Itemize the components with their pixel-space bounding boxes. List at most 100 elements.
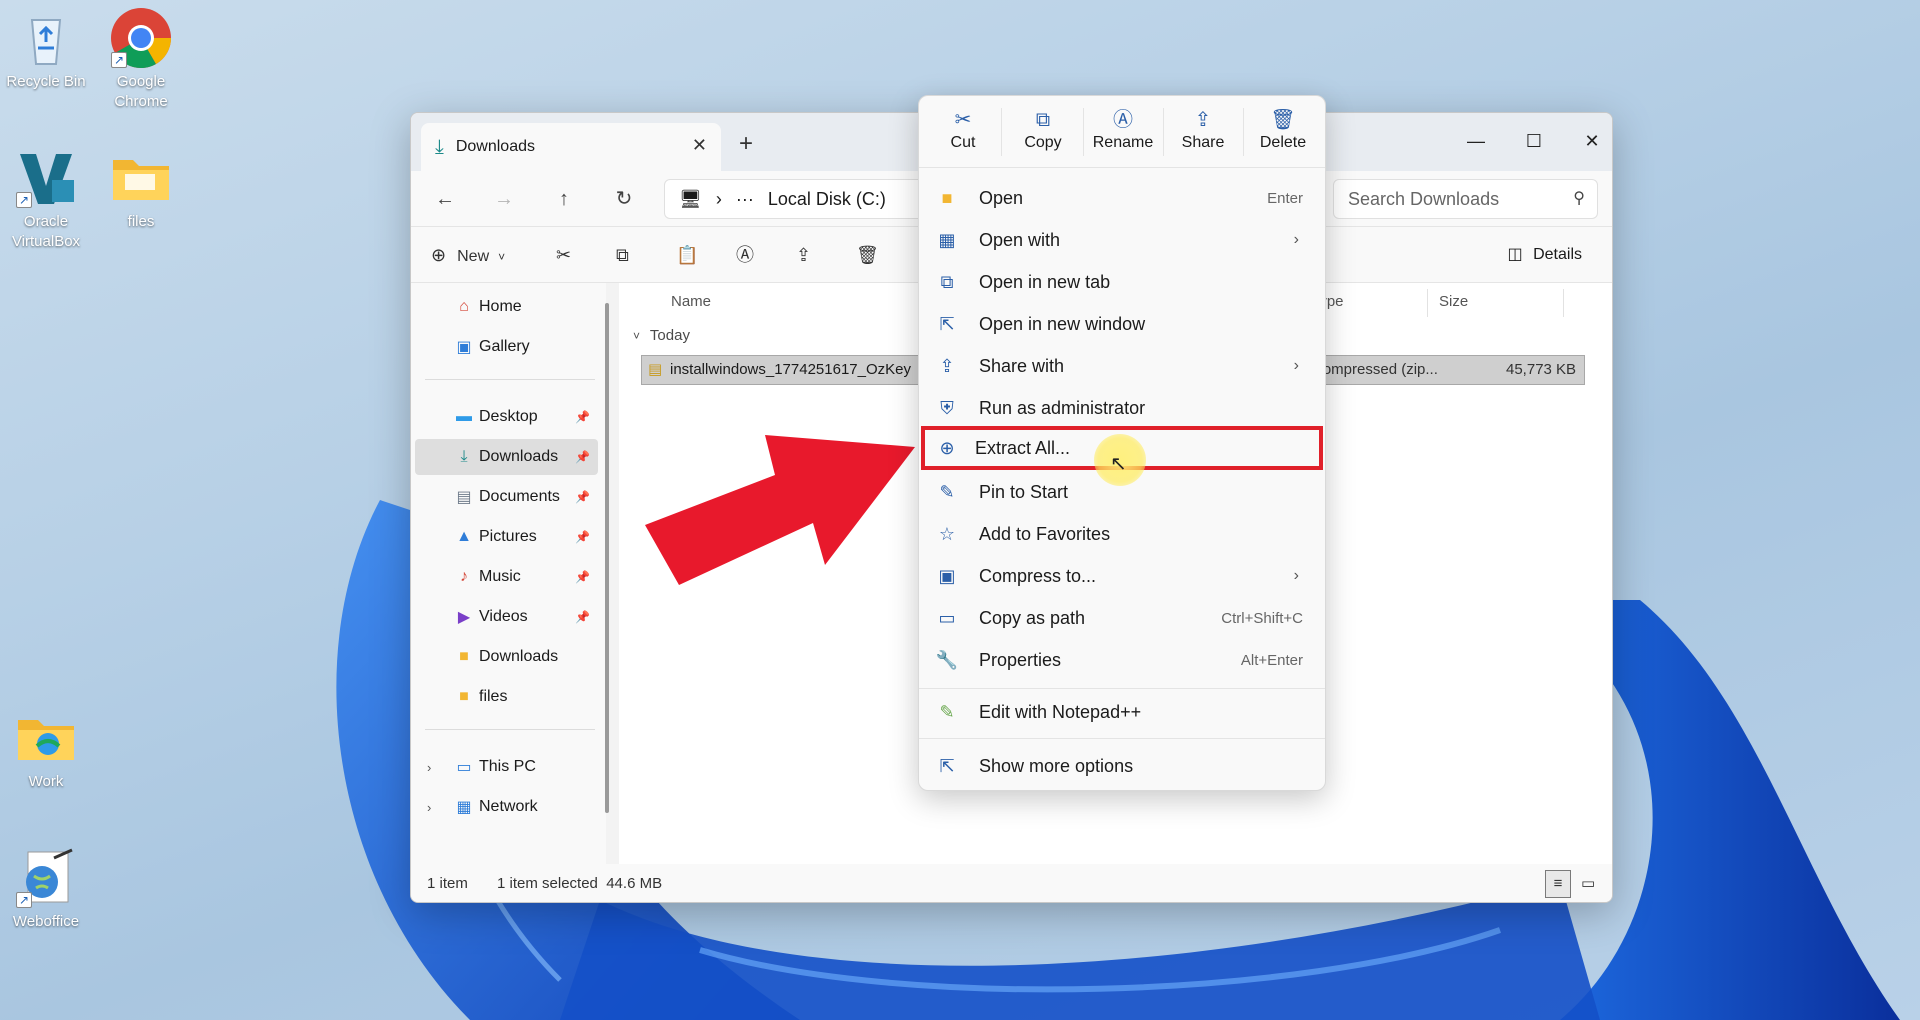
menu-item-label: Pin to Start — [979, 481, 1069, 502]
desktop-icon-label: Google Chrome — [114, 73, 168, 110]
address-segment[interactable]: Local Disk (C:) — [768, 189, 886, 210]
compress-icon: ▣ — [938, 565, 956, 586]
sidebar-item-gallery[interactable]: ▣ Gallery — [415, 329, 598, 365]
menu-item-label: Compress to... — [979, 565, 1097, 586]
pin-icon: 📌 — [575, 450, 590, 464]
sidebar-item-documents[interactable]: ▤ Documents 📌 — [415, 479, 598, 515]
copy-toolbar-button[interactable]: ⧉ — [616, 239, 629, 271]
sidebar-item-home[interactable]: ⌂ Home — [415, 289, 598, 325]
back-button[interactable]: ← — [427, 183, 463, 215]
sidebar-scrollbar[interactable] — [605, 303, 609, 813]
column-divider[interactable] — [1427, 289, 1428, 317]
menu-item-compress-to[interactable]: ▣ Compress to... › — [925, 556, 1319, 596]
menu-item-open-with[interactable]: ▦ Open with › — [925, 220, 1319, 260]
zip-folder-icon: ▤ — [648, 361, 663, 378]
mouse-cursor-icon: ↖ — [1110, 453, 1127, 475]
tiles-view-button[interactable]: ▭ — [1581, 864, 1595, 902]
sidebar-item-label: Home — [479, 298, 522, 315]
desktop-icon-weboffice[interactable]: ↗ Weboffice — [0, 846, 94, 932]
up-button[interactable]: ↑ — [546, 183, 582, 215]
close-window-button[interactable]: ✕ — [1563, 121, 1612, 161]
delete-button[interactable]: 🗑 Delete — [1245, 106, 1321, 152]
cut-label: Cut — [950, 134, 976, 151]
desktop-icon-label: files — [127, 213, 155, 230]
rename-button[interactable]: Ⓐ Rename — [1085, 106, 1161, 152]
refresh-button[interactable]: ↻ — [606, 183, 642, 215]
delete-toolbar-button[interactable]: 🗑 — [856, 239, 879, 271]
cut-button[interactable]: ✂ Cut — [925, 106, 1001, 152]
forward-button[interactable]: → — [486, 183, 522, 215]
column-header-name[interactable]: Name — [671, 293, 711, 310]
sidebar-item-downloads-folder[interactable]: ■ Downloads — [415, 639, 598, 675]
desktop-icon-label: Recycle Bin — [6, 73, 86, 90]
folder-icon: ■ — [459, 648, 469, 665]
chevron-right-icon[interactable]: › — [427, 760, 431, 775]
more-options-icon: ⇱ — [939, 755, 955, 776]
share-toolbar-button[interactable]: ⇪ — [796, 239, 811, 271]
sidebar-item-network[interactable]: › ▦ Network — [415, 789, 598, 825]
new-tab-button[interactable]: + — [739, 130, 753, 158]
minimize-button[interactable]: — — [1447, 121, 1505, 161]
sidebar-item-this-pc[interactable]: › ▭ This PC — [415, 749, 598, 785]
menu-item-edit-notepadpp[interactable]: ✎ Edit with Notepad++ — [925, 692, 1319, 732]
menu-item-share-with[interactable]: ⇪ Share with › — [925, 346, 1319, 386]
menu-item-show-more-options[interactable]: ⇱ Show more options — [925, 746, 1319, 786]
menu-item-label: Add to Favorites — [979, 523, 1111, 544]
desktop-icon-work[interactable]: Work — [0, 706, 94, 792]
item-count: 1 item — [427, 875, 468, 892]
red-arrow-annotation — [645, 435, 915, 585]
details-pane-button[interactable]: ◫ Details — [1508, 239, 1582, 271]
menu-item-open-new-window[interactable]: ⇱ Open in new window — [925, 304, 1319, 344]
quick-actions-bar: ✂ Cut ⧉ Copy Ⓐ Rename ⇪ Share 🗑 Delete — [919, 96, 1325, 168]
share-icon: ⇪ — [1194, 109, 1212, 131]
pin-icon: 📌 — [575, 610, 590, 624]
new-button[interactable]: ⊕ New ˅ — [431, 239, 505, 271]
copy-button[interactable]: ⧉ Copy — [1005, 106, 1081, 152]
pin-icon: 📌 — [575, 410, 590, 424]
menu-item-open[interactable]: ■ Open Enter — [925, 178, 1319, 218]
menu-item-label: Properties — [979, 649, 1062, 670]
group-header-today[interactable]: ˅ Today — [633, 327, 690, 344]
virtualbox-icon: ↗ — [14, 146, 78, 210]
address-overflow[interactable]: ··· — [736, 189, 754, 210]
rename-toolbar-button[interactable]: Ⓐ — [736, 239, 754, 271]
desktop-icon-label: Weboffice — [12, 913, 80, 930]
column-divider[interactable] — [1563, 289, 1564, 317]
maximize-button[interactable]: ☐ — [1505, 121, 1563, 161]
menu-item-properties[interactable]: 🔧 Properties Alt+Enter — [925, 640, 1319, 680]
status-bar: 1 item 1 item selected 44.6 MB ≡ ▭ — [411, 864, 1612, 902]
tab-downloads[interactable]: ⤓ Downloads ✕ — [421, 123, 721, 171]
chevron-right-icon[interactable]: › — [427, 800, 431, 815]
sidebar-item-videos[interactable]: ▶ Videos 📌 — [415, 599, 598, 635]
delete-icon: 🗑 — [1270, 109, 1296, 131]
column-header-size[interactable]: Size — [1439, 293, 1468, 310]
menu-item-add-to-favorites[interactable]: ☆ Add to Favorites — [925, 514, 1319, 554]
sidebar-item-desktop[interactable]: ▬ Desktop 📌 — [415, 399, 598, 435]
new-window-icon: ⇱ — [939, 313, 955, 334]
close-tab-icon[interactable]: ✕ — [692, 135, 707, 156]
desktop-icon-chrome[interactable]: ↗ Google Chrome — [93, 6, 189, 112]
share-button[interactable]: ⇪ Share — [1165, 106, 1241, 152]
menu-item-run-as-admin[interactable]: ⛨ Run as administrator — [925, 388, 1319, 428]
sidebar-item-label: files — [479, 688, 508, 705]
sidebar-item-files[interactable]: ■ files — [415, 679, 598, 715]
weboffice-icon: ↗ — [14, 846, 78, 910]
details-view-button[interactable]: ≡ — [1545, 870, 1571, 898]
sidebar-divider — [425, 379, 595, 380]
sidebar-item-music[interactable]: ♪ Music 📌 — [415, 559, 598, 595]
menu-item-copy-as-path[interactable]: ▭ Copy as path Ctrl+Shift+C — [925, 598, 1319, 638]
desktop-icon-virtualbox[interactable]: ↗ Oracle VirtualBox — [0, 146, 94, 252]
paste-toolbar-button[interactable]: 📋 — [676, 239, 698, 271]
pc-icon: ▭ — [456, 759, 472, 776]
search-input[interactable]: Search Downloads ⚲ — [1333, 179, 1598, 219]
menu-item-label: Run as administrator — [979, 397, 1146, 418]
cut-icon: ✂ — [954, 109, 972, 131]
gallery-icon: ▣ — [456, 339, 472, 356]
sidebar-item-downloads[interactable]: ⤓ Downloads 📌 — [415, 439, 598, 475]
cut-toolbar-button[interactable]: ✂ — [556, 239, 571, 271]
open-with-icon: ▦ — [938, 229, 956, 250]
menu-item-open-new-tab[interactable]: ⧉ Open in new tab — [925, 262, 1319, 302]
sidebar-item-pictures[interactable]: ▲ Pictures 📌 — [415, 519, 598, 555]
desktop-icon-recycle-bin[interactable]: Recycle Bin — [0, 6, 94, 92]
desktop-icon-files[interactable]: files — [93, 146, 189, 232]
